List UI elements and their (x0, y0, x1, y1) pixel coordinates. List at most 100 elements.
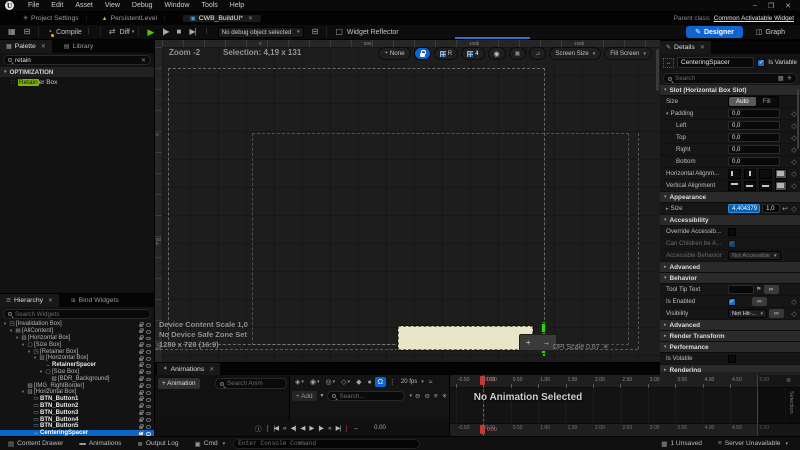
link-icon[interactable]: ⊖ (415, 392, 420, 400)
lock-icon[interactable] (139, 378, 143, 381)
doc-tab-2[interactable]: ▲PersistentLevel (95, 15, 165, 22)
playhead-marker-top[interactable] (480, 376, 485, 385)
menu-tools[interactable]: Tools (195, 2, 223, 9)
eye-visibility-icon[interactable] (146, 364, 151, 368)
tree-row-horizontal box[interactable]: ▾▥[Horizontal Box] (0, 335, 154, 342)
palette-category-optimization[interactable]: ▾OPTIMIZATION (0, 67, 154, 77)
server-status-button[interactable]: ≡Server Unavailable▾ (710, 440, 800, 447)
doc-tab-3[interactable]: ▣CWB_BuildUI*✕ (183, 15, 261, 22)
compile-icon[interactable]: ◔ (47, 28, 52, 36)
designer-mode-button[interactable]: ✎Designer (686, 26, 743, 38)
step-forward-icon[interactable]: |▶ (318, 424, 323, 432)
reset-to-default-icon[interactable]: ◇ (788, 170, 800, 178)
arrow-right-icon[interactable]: → (542, 338, 550, 347)
segment-option[interactable]: Fill (756, 97, 778, 106)
advance-frame-icon[interactable]: ▶| (189, 28, 195, 36)
align-c-button[interactable] (744, 169, 757, 179)
bind-chain-icon[interactable]: ∞ (764, 285, 779, 294)
close-icon[interactable]: ✕ (48, 297, 53, 304)
designer-canvas[interactable]: 05001000150005001000Zoom -2Selection: 4,… (155, 40, 660, 362)
lock-icon[interactable] (139, 330, 143, 333)
close-icon[interactable]: ✕ (41, 43, 46, 50)
eye-visibility-icon[interactable] (146, 398, 151, 402)
lock-icon[interactable] (139, 419, 143, 422)
details-section[interactable]: ▾Slot (Horizontal Box Slot) (660, 85, 800, 96)
playhead-marker-bottom[interactable] (480, 425, 485, 434)
menu-view[interactable]: View (99, 2, 126, 9)
output-log-button[interactable]: ≣Output Log (129, 440, 186, 448)
save-icon[interactable]: ▦ (8, 28, 16, 36)
lock-pill[interactable] (414, 47, 431, 60)
reset-to-default-icon[interactable]: ◇ (788, 158, 800, 166)
stop-icon[interactable]: ■ (177, 28, 182, 36)
property-checkbox[interactable] (728, 355, 736, 363)
is-variable-checkbox[interactable]: ✓ (757, 59, 765, 67)
widget-name-field[interactable]: CenteringSpacer (677, 57, 754, 68)
reset-to-default-icon[interactable]: ◇ (788, 205, 800, 213)
tree-row-bdr_background[interactable]: ▨[BDR_Background] (0, 375, 154, 382)
diff-button[interactable]: Diff (120, 29, 130, 36)
tree-row-retainer box[interactable]: ▾◳[Retainer Box] (0, 348, 154, 355)
lock-icon[interactable] (139, 426, 143, 429)
close-tab-icon[interactable]: ✕ (248, 15, 253, 22)
compile-options-dots-icon[interactable]: ⋮ (86, 29, 92, 35)
lock-icon[interactable] (139, 364, 143, 367)
tree-row-btn_button1[interactable]: ▭BTN_Button1 (0, 396, 154, 403)
tooltip-text-field[interactable] (728, 285, 754, 294)
property-dropdown[interactable]: Not Accessible▾ (728, 251, 781, 260)
menu-file[interactable]: File (22, 2, 45, 9)
browse-to-asset-icon[interactable]: ⊟ (24, 28, 31, 36)
content-drawer-button[interactable]: ▤Content Drawer (0, 440, 71, 448)
expander-icon[interactable]: ▸ (666, 206, 669, 212)
background-border-widget[interactable] (398, 326, 533, 350)
zoom-to-fit-pill[interactable]: ◉ (488, 47, 506, 60)
set-start-icon[interactable]: [ (267, 425, 269, 432)
track-search-input[interactable]: Search... (327, 391, 405, 401)
set-end-icon[interactable]: ] (345, 425, 347, 432)
animation-search-input[interactable]: Search Anim (215, 378, 287, 389)
value-field[interactable]: 0,0 (728, 133, 780, 142)
to-front-icon[interactable]: |◀ (273, 424, 278, 432)
tree-row-btn_button2[interactable]: ▭BTN_Button2 (0, 403, 154, 410)
settings-gear-icon[interactable]: ✳ (442, 392, 447, 400)
browse-debug-icon[interactable]: ⊟ (312, 28, 319, 36)
spacer-resize-handle-top[interactable] (541, 323, 546, 333)
align-r-button[interactable] (759, 169, 772, 179)
value-field[interactable]: 0,0 (728, 157, 780, 166)
console-command-input[interactable] (233, 439, 420, 449)
localization-preview-pill[interactable]: ◔None (378, 47, 411, 60)
play-reverse-icon[interactable]: ◀ (300, 424, 304, 432)
details-section[interactable]: ▸Advanced (660, 320, 800, 331)
screen-size-pill[interactable]: Screen Size▾ (549, 47, 601, 60)
mask-icon[interactable]: ⊖ (424, 392, 429, 400)
size-rule-segment[interactable]: AutoFill (728, 96, 779, 107)
palette-item-retainer-box[interactable]: ∷Retainer Box (0, 77, 154, 87)
restore-window-icon[interactable]: ❐ (768, 2, 774, 10)
menu-asset[interactable]: Asset (69, 2, 99, 9)
lock-icon[interactable] (139, 385, 143, 388)
close-window-icon[interactable]: ✕ (785, 2, 791, 10)
play-options-dots-icon[interactable]: ⋮ (204, 29, 210, 35)
bind-chain-icon[interactable]: ∞ (752, 297, 767, 306)
more-dots-icon[interactable]: ⋮ (389, 378, 396, 386)
clear-search-icon[interactable]: ✕ (141, 57, 146, 64)
snap-magnet-icon[interactable]: Ω (375, 377, 386, 387)
property-checkbox[interactable]: ✓ (728, 240, 736, 248)
cmd-selector[interactable]: ▣Cmd▾ (187, 440, 234, 448)
tree-row-horizontal box[interactable]: ▾▥[Horizontal Box] (0, 355, 154, 362)
tab-animations[interactable]: ✦Animations✕ (157, 363, 220, 375)
value-field[interactable]: 0,0 (728, 145, 780, 154)
lock-icon[interactable] (139, 432, 143, 435)
lock-icon[interactable] (139, 324, 143, 327)
lock-icon[interactable] (139, 337, 143, 340)
view-options-icon[interactable]: ◉▾ (310, 378, 320, 386)
tree-row-size box[interactable]: ▾▢[Size Box] (0, 369, 154, 376)
parent-class-link[interactable]: Common Activatable Widget (714, 15, 794, 22)
eye-visibility-icon[interactable] (146, 425, 151, 429)
details-section[interactable]: ▸Advanced (660, 262, 800, 273)
widget-reflector-button[interactable]: Widget Reflector (347, 29, 399, 36)
tree-row-horizontal box[interactable]: ▾▥[Horizontal Box] (0, 389, 154, 396)
curve-editor-icon[interactable]: ≈ (429, 379, 433, 386)
eye-visibility-icon[interactable] (146, 344, 151, 348)
keyframe-icon[interactable]: ◆ (356, 378, 361, 386)
